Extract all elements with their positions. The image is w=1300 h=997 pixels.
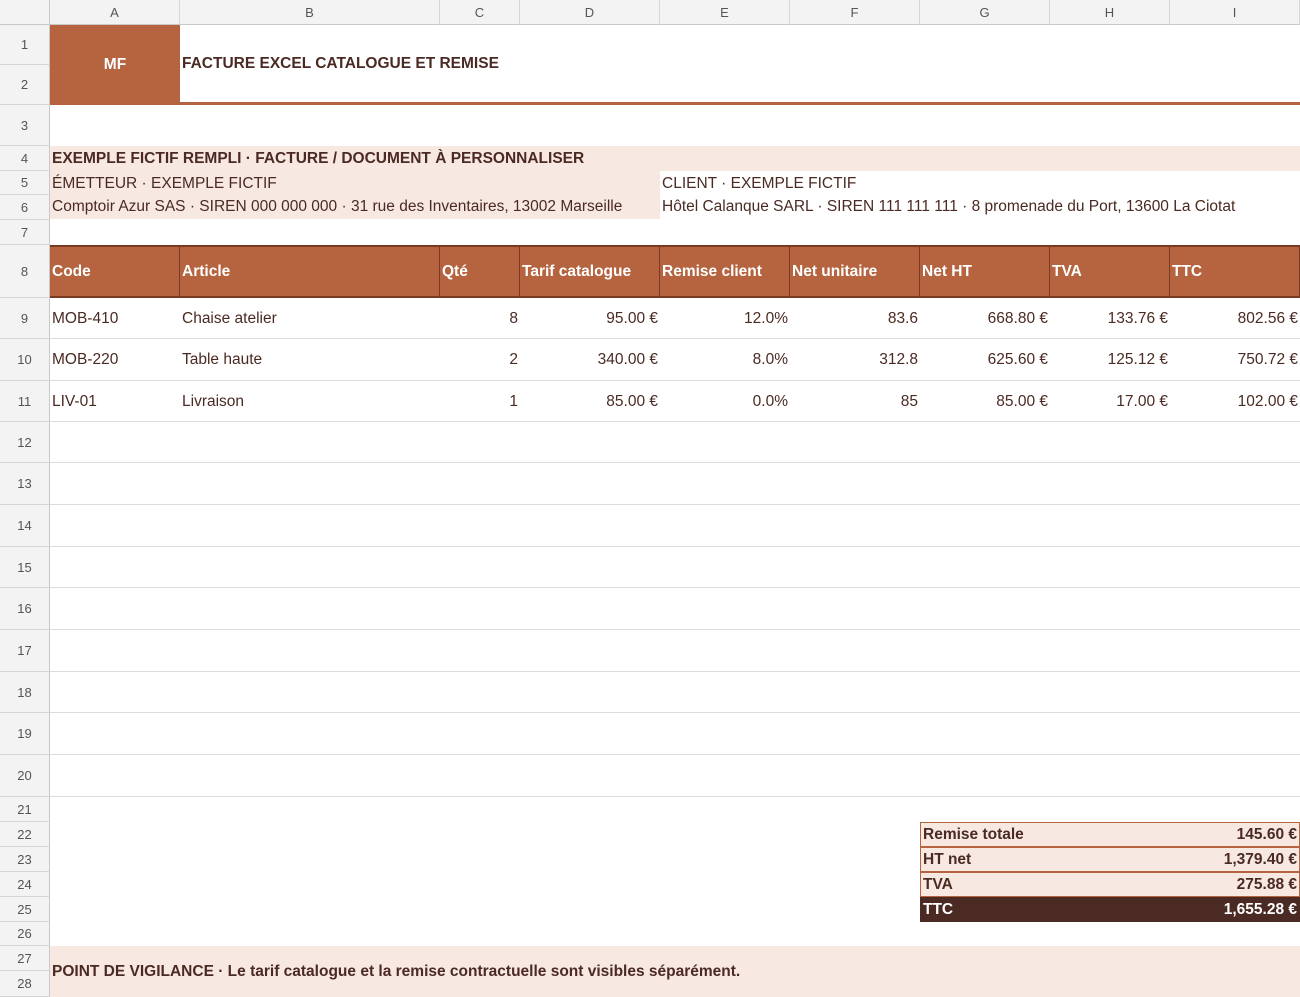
table-header-cell[interactable]: Net HT [920, 245, 1050, 298]
select-all-corner[interactable] [0, 0, 50, 25]
row-header-22[interactable]: 22 [0, 822, 50, 847]
row-divider [50, 755, 1300, 797]
total-value: 145.60 € [1236, 825, 1297, 843]
total-label: HT net [923, 850, 972, 868]
banner-text: EXEMPLE FICTIF REMPLI · FACTURE / DOCUME… [52, 149, 585, 167]
banner-band[interactable]: EXEMPLE FICTIF REMPLI · FACTURE / DOCUME… [50, 146, 1300, 171]
column-header-i[interactable]: I [1170, 0, 1300, 25]
row-header-13[interactable]: 13 [0, 463, 50, 505]
row-header-10[interactable]: 10 [0, 339, 50, 381]
row-header-17[interactable]: 17 [0, 630, 50, 672]
row-divider [50, 381, 1300, 422]
row-divider [50, 547, 1300, 588]
total-value: 275.88 € [1236, 875, 1297, 893]
row-divider [50, 463, 1300, 505]
total-label: TTC [923, 900, 954, 918]
row-header-19[interactable]: 19 [0, 713, 50, 755]
row-divider [50, 339, 1300, 381]
table-header-cell[interactable]: Tarif catalogue [520, 245, 660, 298]
row-header-23[interactable]: 23 [0, 847, 50, 872]
note-text: POINT DE VIGILANCE · Le tarif catalogue … [52, 962, 741, 980]
row-header-25[interactable]: 25 [0, 897, 50, 922]
row-divider [50, 630, 1300, 672]
emitter-details: Comptoir Azur SAS · SIREN 000 000 000 · … [52, 198, 623, 215]
total-row[interactable]: HT net 1,379.40 € [920, 847, 1300, 872]
column-header-c[interactable]: C [440, 0, 520, 25]
column-header-b[interactable]: B [180, 0, 440, 25]
row-header-5[interactable]: 5 [0, 171, 50, 195]
total-value: 1,379.40 € [1223, 850, 1297, 868]
row-header-3[interactable]: 3 [0, 105, 50, 146]
row-header-18[interactable]: 18 [0, 672, 50, 713]
row-divider [50, 672, 1300, 713]
row-header-20[interactable]: 20 [0, 755, 50, 797]
client-details: Hôtel Calanque SARL · SIREN 111 111 111 … [662, 198, 1236, 215]
table-header-cell[interactable]: Net unitaire [790, 245, 920, 298]
row-header-9[interactable]: 9 [0, 298, 50, 339]
row-divider [50, 505, 1300, 547]
row-header-6[interactable]: 6 [0, 195, 50, 220]
row-header-12[interactable]: 12 [0, 422, 50, 463]
row-header-27[interactable]: 27 [0, 946, 50, 971]
column-header-g[interactable]: G [920, 0, 1050, 25]
table-header-cell[interactable]: Qté [440, 245, 520, 298]
total-label: Remise totale [923, 825, 1024, 843]
row-header-28[interactable]: 28 [0, 971, 50, 997]
row-header-7[interactable]: 7 [0, 220, 50, 245]
table-header-cell[interactable]: Article [180, 245, 440, 298]
invoice-title: FACTURE EXCEL CATALOGUE ET REMISE [182, 54, 499, 72]
row-divider [50, 298, 1300, 339]
logo-text: MF [103, 56, 127, 73]
row-header-26[interactable]: 26 [0, 922, 50, 946]
total-label: TVA [923, 875, 953, 893]
row-header-4[interactable]: 4 [0, 146, 50, 171]
row-header-2[interactable]: 2 [0, 65, 50, 105]
row-divider [50, 713, 1300, 755]
total-value: 1,655.28 € [1223, 900, 1297, 918]
table-header-cell[interactable]: TVA [1050, 245, 1170, 298]
row-header-21[interactable]: 21 [0, 797, 50, 822]
row-header-11[interactable]: 11 [0, 381, 50, 422]
total-row[interactable]: TTC 1,655.28 € [920, 897, 1300, 922]
table-header-cell[interactable]: Code [50, 245, 180, 298]
column-header-d[interactable]: D [520, 0, 660, 25]
note-band[interactable]: POINT DE VIGILANCE · Le tarif catalogue … [50, 946, 1300, 997]
total-row[interactable]: TVA 275.88 € [920, 872, 1300, 897]
row-divider [50, 588, 1300, 630]
row-header-1[interactable]: 1 [0, 25, 50, 65]
row-header-16[interactable]: 16 [0, 588, 50, 630]
column-header-h[interactable]: H [1050, 0, 1170, 25]
row-header-24[interactable]: 24 [0, 872, 50, 897]
column-header-a[interactable]: A [50, 0, 180, 25]
column-header-f[interactable]: F [790, 0, 920, 25]
row-header-15[interactable]: 15 [0, 547, 50, 588]
logo-cell[interactable]: MF [50, 25, 180, 105]
column-header-e[interactable]: E [660, 0, 790, 25]
table-header-cell[interactable]: Remise client [660, 245, 790, 298]
total-row[interactable]: Remise totale 145.60 € [920, 822, 1300, 847]
row-header-8[interactable]: 8 [0, 245, 50, 298]
row-header-14[interactable]: 14 [0, 505, 50, 547]
title-cell[interactable]: FACTURE EXCEL CATALOGUE ET REMISE [180, 25, 1300, 105]
client-label: CLIENT · EXEMPLE FICTIF [662, 175, 857, 192]
table-header-cell[interactable]: TTC [1170, 245, 1300, 298]
emitter-label: ÉMETTEUR · EXEMPLE FICTIF [52, 175, 277, 192]
row-divider [50, 422, 1300, 463]
